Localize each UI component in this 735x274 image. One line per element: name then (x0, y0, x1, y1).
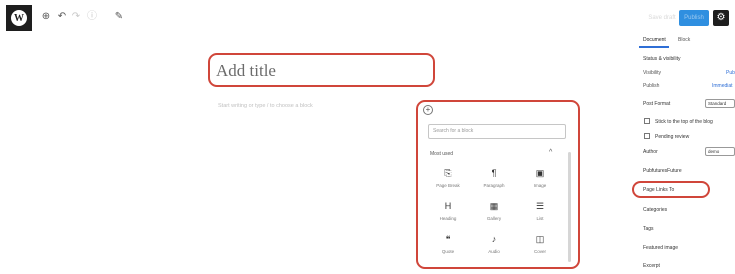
block-quote[interactable]: ❝ Quote (426, 232, 470, 265)
redo-icon[interactable]: ↷ (70, 11, 82, 23)
sticky-label: Stick to the top of the blog (655, 119, 713, 125)
most-used-heading: Most used (430, 151, 454, 157)
block-cover[interactable]: ◫ Cover (518, 232, 562, 265)
cover-icon: ◫ (535, 234, 545, 244)
author-select[interactable]: demo (705, 147, 735, 156)
pubfuture-label[interactable]: PubfuturesFuture (643, 168, 682, 174)
block-paragraph[interactable]: ¶ Paragraph (472, 166, 516, 199)
inserter-plus-icon[interactable]: + (423, 105, 433, 115)
sticky-checkbox[interactable] (644, 118, 650, 124)
block-placeholder[interactable]: Start writing or type / to choose a bloc… (218, 103, 313, 109)
block-grid: ⎘ Page Break ¶ Paragraph ▣ Image H Headi… (426, 166, 566, 265)
block-page-break[interactable]: ⎘ Page Break (426, 166, 470, 199)
gallery-icon: ▦ (489, 201, 499, 211)
list-icon: ☰ (535, 201, 545, 211)
block-label: Paragraph (483, 183, 505, 188)
block-label: Audio (488, 249, 500, 254)
block-label: List (536, 216, 544, 221)
block-audio[interactable]: ♪ Audio (472, 232, 516, 265)
visibility-label: Visibility (643, 70, 661, 76)
active-tab-indicator (639, 46, 669, 48)
page-break-icon: ⎘ (444, 168, 452, 178)
tab-block[interactable]: Block (678, 37, 690, 43)
info-icon[interactable]: ⓘ (86, 11, 98, 23)
status-visibility-heading[interactable]: Status & visibility (643, 56, 681, 62)
inserter-scrollbar[interactable] (568, 152, 571, 262)
block-label: Heading (439, 216, 457, 221)
audio-icon: ♪ (491, 234, 497, 244)
block-label: Quote (441, 249, 455, 254)
excerpt-label[interactable]: Excerpt (643, 263, 660, 269)
post-format-select[interactable]: Standard (705, 99, 735, 108)
settings-sidebar: Document Block Status & visibility Visib… (637, 36, 735, 274)
post-format-label: Post Format (643, 101, 671, 107)
pending-label: Pending review (655, 134, 690, 140)
block-search-input[interactable]: Search for a block (428, 124, 566, 139)
post-title-field[interactable]: Add title (208, 53, 435, 87)
categories-label[interactable]: Categories (643, 207, 667, 213)
save-draft-button[interactable]: Save draft (647, 11, 677, 25)
block-label: Gallery (486, 216, 502, 221)
publish-value[interactable]: Immediat (712, 83, 733, 89)
page-links-to-highlight (632, 181, 710, 198)
block-label: Page Break (436, 183, 460, 188)
edit-icon[interactable]: ✎ (113, 11, 125, 23)
block-label: Cover (533, 249, 546, 254)
publish-label: Publish (643, 83, 660, 89)
image-icon: ▣ (535, 168, 545, 178)
quote-icon: ❝ (445, 234, 451, 244)
gear-icon[interactable]: ⚙ (713, 10, 729, 26)
visibility-value[interactable]: Pub (726, 70, 735, 76)
tab-document[interactable]: Document (643, 37, 666, 43)
author-label: Author (643, 149, 658, 155)
heading-icon: H (444, 201, 452, 211)
undo-icon[interactable]: ↶ (56, 11, 68, 23)
paragraph-icon: ¶ (491, 168, 497, 178)
pending-checkbox[interactable] (644, 133, 650, 139)
featured-image-label[interactable]: Featured image (643, 245, 678, 251)
wordpress-logo[interactable]: W (6, 5, 32, 31)
publish-button[interactable]: Publish (679, 10, 709, 26)
block-list[interactable]: ☰ List (518, 199, 562, 232)
block-label: Image (533, 183, 547, 188)
block-inserter-panel: + Search for a block Most used ^ ⎘ Page … (416, 100, 580, 269)
top-toolbar: W ⊕ ↶ ↷ ⓘ ✎ Save draft Publish ⚙ (0, 0, 735, 36)
title-placeholder: Add title (216, 61, 276, 80)
block-gallery[interactable]: ▦ Gallery (472, 199, 516, 232)
block-image[interactable]: ▣ Image (518, 166, 562, 199)
add-block-icon[interactable]: ⊕ (40, 11, 52, 23)
block-heading[interactable]: H Heading (426, 199, 470, 232)
chevron-up-icon[interactable]: ^ (549, 149, 552, 156)
tags-label[interactable]: Tags (643, 226, 654, 232)
